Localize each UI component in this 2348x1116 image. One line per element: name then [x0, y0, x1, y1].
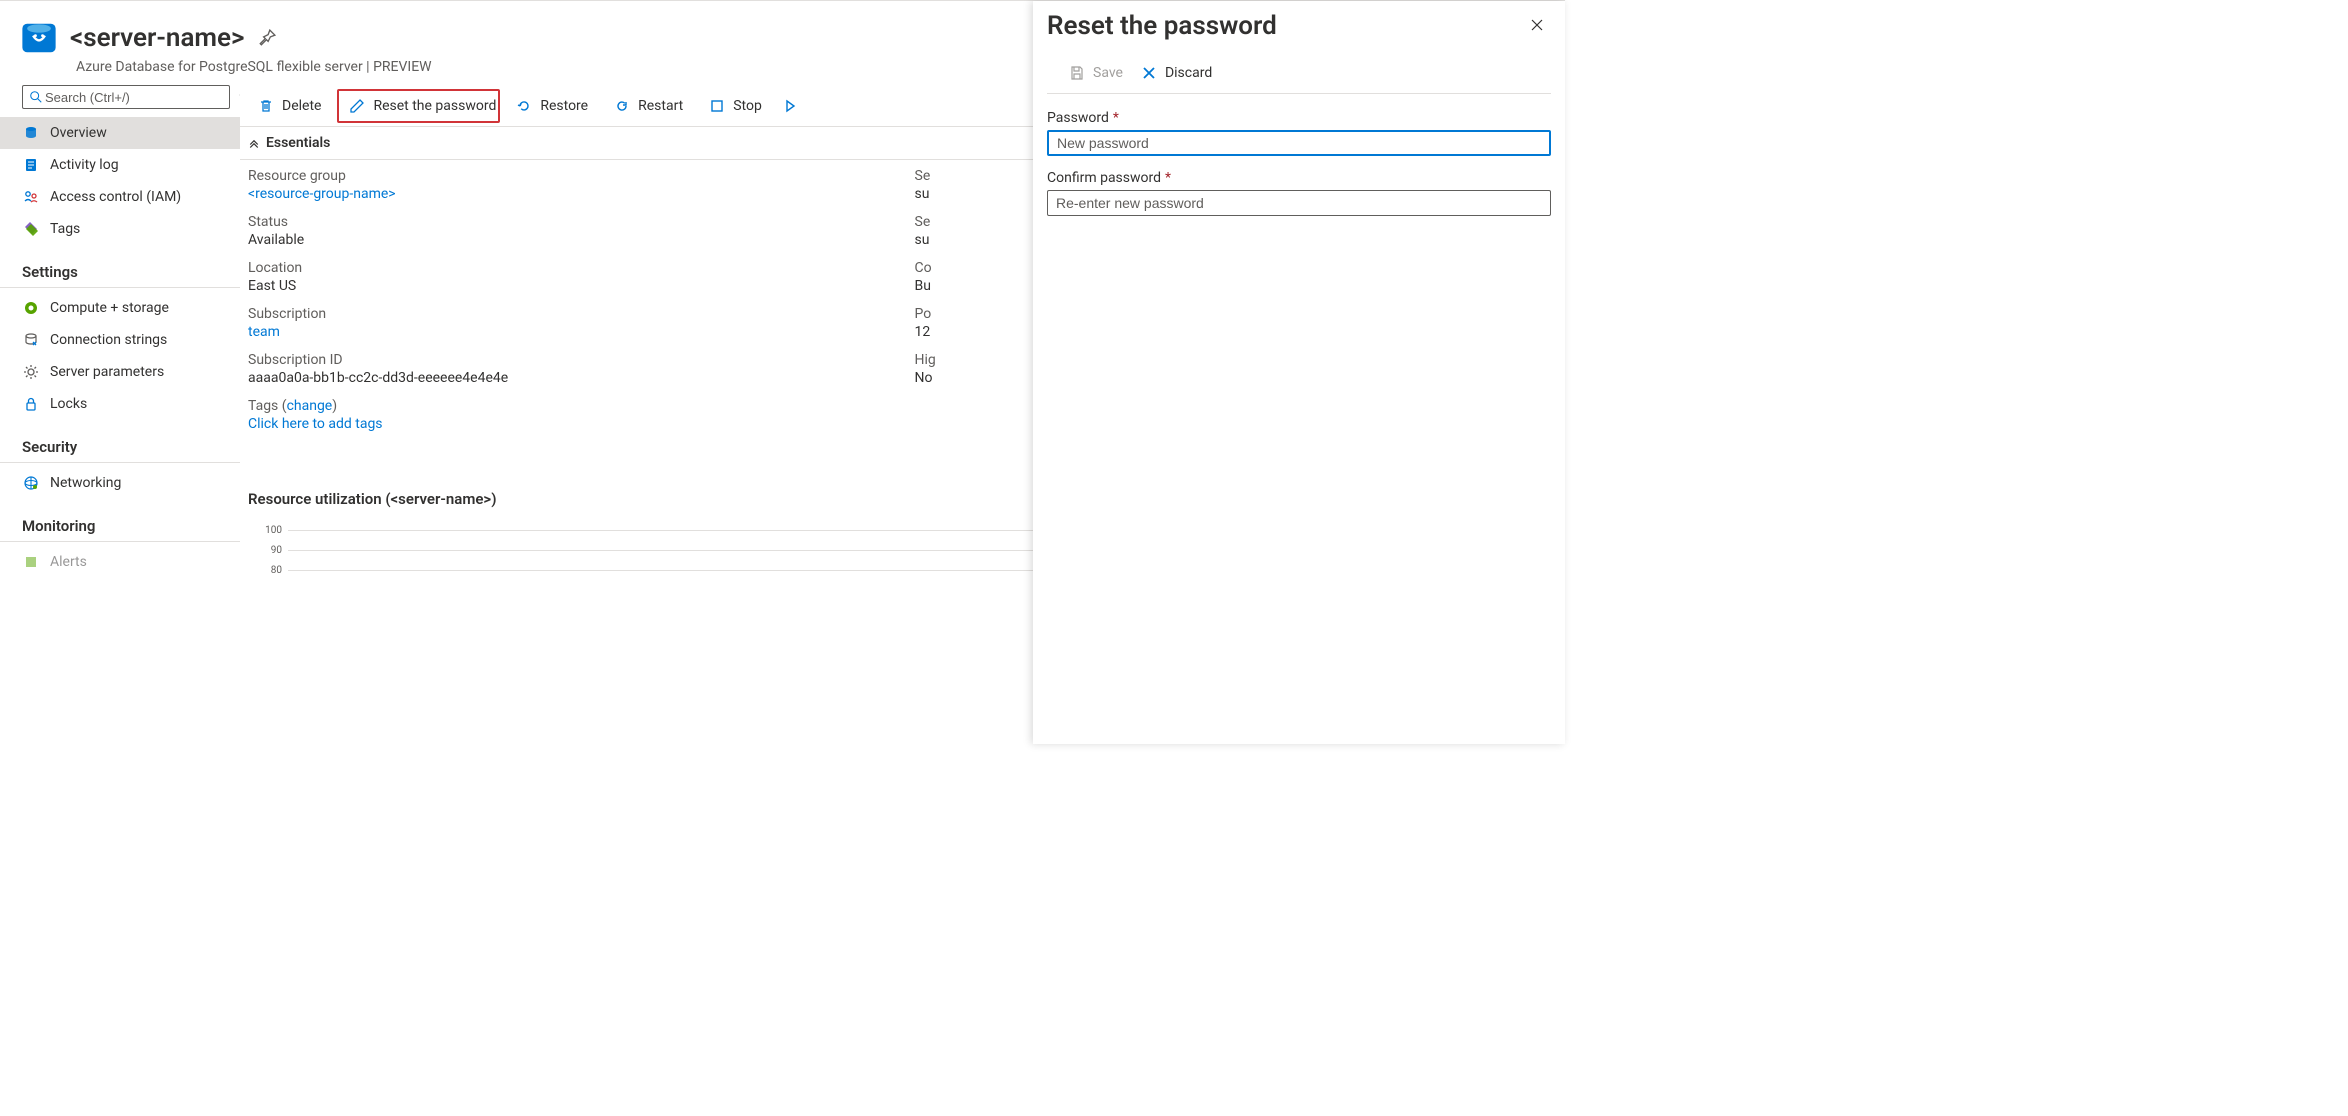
sidebar-item-tags[interactable]: Tags: [0, 213, 240, 245]
log-icon: [22, 156, 40, 174]
sidebar-item-label: Networking: [50, 475, 121, 491]
delete-button[interactable]: Delete: [248, 89, 331, 123]
sidebar-item-networking[interactable]: Networking: [0, 467, 240, 499]
toolbar-label: Delete: [282, 98, 321, 114]
save-icon: [1069, 65, 1085, 81]
restore-icon: [516, 98, 532, 114]
ess-label-location: Location: [248, 260, 891, 276]
pencil-icon: [349, 98, 365, 114]
ess-label-subscription-id: Subscription ID: [248, 352, 891, 368]
alert-icon: [22, 553, 40, 571]
gear-icon: [22, 363, 40, 381]
ess-label-resource-group: Resource group: [248, 168, 891, 184]
chevron-up-double-icon: [248, 137, 260, 149]
tags-icon: [22, 220, 40, 238]
sidebar-item-label: Locks: [50, 396, 87, 412]
ess-value-location: East US: [248, 278, 891, 294]
sidebar-item-label: Activity log: [50, 157, 119, 173]
confirm-password-label-text: Confirm password: [1047, 170, 1161, 186]
ess-value-tags[interactable]: Click here to add tags: [248, 416, 891, 432]
ess-tags-suffix: ): [332, 398, 337, 414]
sidebar-item-alerts[interactable]: Alerts: [0, 546, 240, 578]
sidebar-item-connection-strings[interactable]: Connection strings: [0, 324, 240, 356]
sidebar-item-label: Compute + storage: [50, 300, 169, 316]
required-star: *: [1165, 170, 1171, 186]
compute-icon: [22, 299, 40, 317]
sidebar-item-label: Overview: [50, 125, 107, 141]
flyout-discard-label: Discard: [1165, 65, 1212, 81]
toolbar-label: Stop: [733, 98, 762, 114]
flyout-discard-button[interactable]: Discard: [1133, 61, 1220, 85]
sidebar-search-input[interactable]: [43, 89, 223, 106]
flyout-save-label: Save: [1093, 65, 1123, 81]
db-icon: [22, 124, 40, 142]
essentials-header-label: Essentials: [266, 135, 330, 151]
postgres-icon: [20, 19, 58, 57]
ess-value-status: Available: [248, 232, 891, 248]
ess-label-subscription: Subscription: [248, 306, 891, 322]
sidebar-item-server-parameters[interactable]: Server parameters: [0, 356, 240, 388]
page-title: <server-name>: [70, 23, 244, 53]
stop-icon: [709, 98, 725, 114]
sidebar-item-label: Tags: [50, 221, 80, 237]
ess-label-tags: Tags (change): [248, 398, 891, 414]
play-icon: [782, 98, 798, 114]
sidebar-item-access-control[interactable]: Access control (IAM): [0, 181, 240, 213]
ess-label-status: Status: [248, 214, 891, 230]
password-label: Password*: [1047, 110, 1551, 126]
sidebar-search-box[interactable]: [22, 85, 230, 109]
password-label-text: Password: [1047, 110, 1109, 126]
password-input[interactable]: [1047, 130, 1551, 156]
more-button[interactable]: [778, 89, 802, 123]
sidebar-item-activity-log[interactable]: Activity log: [0, 149, 240, 181]
lock-icon: [22, 395, 40, 413]
chart-tick: 80: [260, 565, 282, 576]
sidebar-item-locks[interactable]: Locks: [0, 388, 240, 420]
conn-icon: [22, 331, 40, 349]
sidebar: Overview Activity log Access control (IA…: [0, 85, 240, 744]
close-icon: [1141, 65, 1157, 81]
iam-icon: [22, 188, 40, 206]
ess-value-subscription-id: aaaa0a0a-bb1b-cc2c-dd3d-eeeeee4e4e4e: [248, 370, 891, 386]
ess-tags-prefix: Tags (: [248, 398, 287, 414]
confirm-password-input[interactable]: [1047, 190, 1551, 216]
restore-button[interactable]: Restore: [506, 89, 598, 123]
sidebar-item-label: Alerts: [50, 554, 87, 570]
chart-tick: 90: [260, 545, 282, 556]
ess-value-resource-group[interactable]: <resource-group-name>: [248, 186, 891, 202]
ess-value-subscription[interactable]: team: [248, 324, 891, 340]
flyout-title: Reset the password: [1047, 11, 1277, 41]
toolbar-label: Restore: [540, 98, 588, 114]
sidebar-item-label: Connection strings: [50, 332, 167, 348]
restart-button[interactable]: Restart: [604, 89, 693, 123]
chart-tick: 100: [260, 525, 282, 536]
sidebar-group-settings: Settings: [0, 245, 240, 288]
sidebar-item-compute-storage[interactable]: Compute + storage: [0, 292, 240, 324]
reset-password-flyout: Reset the password Save Discard Password: [1033, 1, 1565, 744]
flyout-save-button[interactable]: Save: [1061, 61, 1131, 85]
required-star: *: [1113, 110, 1119, 126]
sidebar-group-monitoring: Monitoring: [0, 499, 240, 542]
trash-icon: [258, 98, 274, 114]
sidebar-group-security: Security: [0, 420, 240, 463]
stop-button[interactable]: Stop: [699, 89, 772, 123]
pin-icon[interactable]: [258, 29, 276, 51]
toolbar-label: Reset the password: [373, 98, 496, 114]
ess-tags-change-link[interactable]: change: [287, 398, 333, 414]
sidebar-item-label: Access control (IAM): [50, 189, 181, 205]
network-icon: [22, 474, 40, 492]
toolbar-label: Restart: [638, 98, 683, 114]
restart-icon: [614, 98, 630, 114]
confirm-password-label: Confirm password*: [1047, 170, 1551, 186]
flyout-close-button[interactable]: [1523, 11, 1551, 43]
sidebar-item-overview[interactable]: Overview: [0, 117, 240, 149]
reset-password-button[interactable]: Reset the password: [337, 89, 500, 123]
sidebar-item-label: Server parameters: [50, 364, 164, 380]
